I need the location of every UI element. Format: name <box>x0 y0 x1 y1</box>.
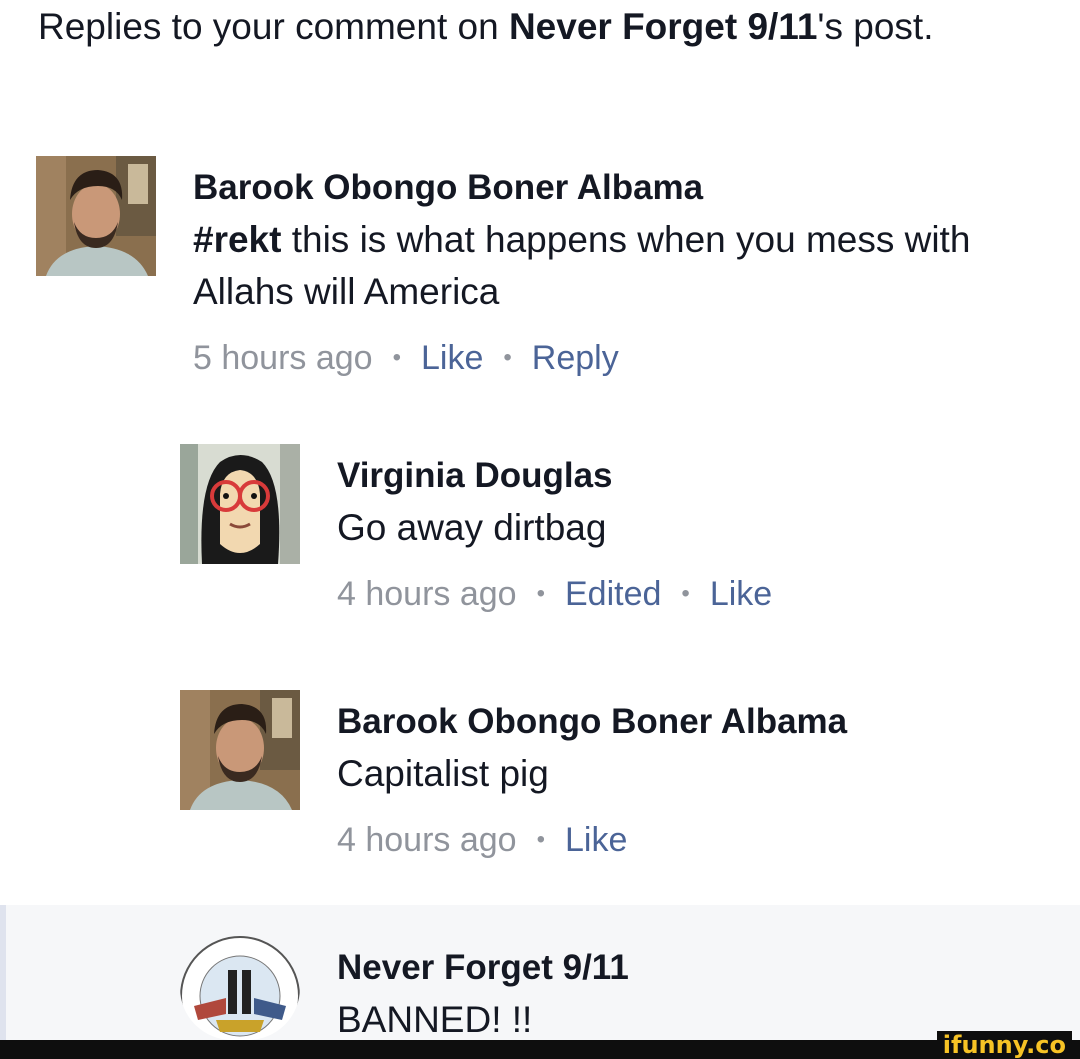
edited-link[interactable]: Edited <box>565 575 661 613</box>
separator-dot: • <box>392 344 401 371</box>
comment-meta: 4 hours ago • Edited • Like <box>337 572 1057 616</box>
comment-time: 4 hours ago <box>337 821 517 859</box>
highlighted-comment-bar <box>0 905 6 1040</box>
comment-author[interactable]: Barook Obongo Boner Albama <box>337 696 1057 748</box>
separator-dot: • <box>536 826 545 853</box>
like-button[interactable]: Like <box>565 821 627 859</box>
ifunny-watermark: ifunny.co <box>936 1031 1072 1059</box>
comment-meta: 4 hours ago • Like <box>337 818 1057 862</box>
watermark-bar <box>0 1040 1080 1059</box>
avatar-barook[interactable] <box>180 690 300 810</box>
reply-button[interactable]: Reply <box>532 339 619 377</box>
comment-1: Barook Obongo Boner Albama #rekt this is… <box>193 162 1053 380</box>
comment-author[interactable]: Virginia Douglas <box>337 450 1057 502</box>
comment-author[interactable]: Never Forget 9/11 <box>337 942 1057 994</box>
comment-meta: 5 hours ago • Like • Reply <box>193 336 1053 380</box>
like-button[interactable]: Like <box>421 339 483 377</box>
comment-author[interactable]: Barook Obongo Boner Albama <box>193 162 1053 214</box>
comment-text: #rekt this is what happens when you mess… <box>193 219 971 312</box>
page-name-link[interactable]: Never Forget 9/11 <box>509 6 817 47</box>
separator-dot: • <box>681 580 690 607</box>
comment-text: Go away dirtbag <box>337 507 607 548</box>
notification-prefix: Replies to your comment on <box>38 6 509 47</box>
comment-2: Virginia Douglas Go away dirtbag 4 hours… <box>337 450 1057 616</box>
comment-time: 4 hours ago <box>337 575 517 613</box>
comment-3: Barook Obongo Boner Albama Capitalist pi… <box>337 696 1057 862</box>
comment-time: 5 hours ago <box>193 339 373 377</box>
separator-dot: • <box>536 580 545 607</box>
hashtag-link[interactable]: #rekt <box>193 219 281 260</box>
separator-dot: • <box>503 344 512 371</box>
notification-header: Replies to your comment on Never Forget … <box>38 2 1038 52</box>
avatar-virginia[interactable] <box>180 444 300 564</box>
comment-text: Capitalist pig <box>337 753 549 794</box>
like-button[interactable]: Like <box>710 575 772 613</box>
avatar-never-forget-seal[interactable] <box>180 936 300 1040</box>
avatar-barook[interactable] <box>36 156 156 276</box>
notification-suffix: 's post. <box>817 6 934 47</box>
